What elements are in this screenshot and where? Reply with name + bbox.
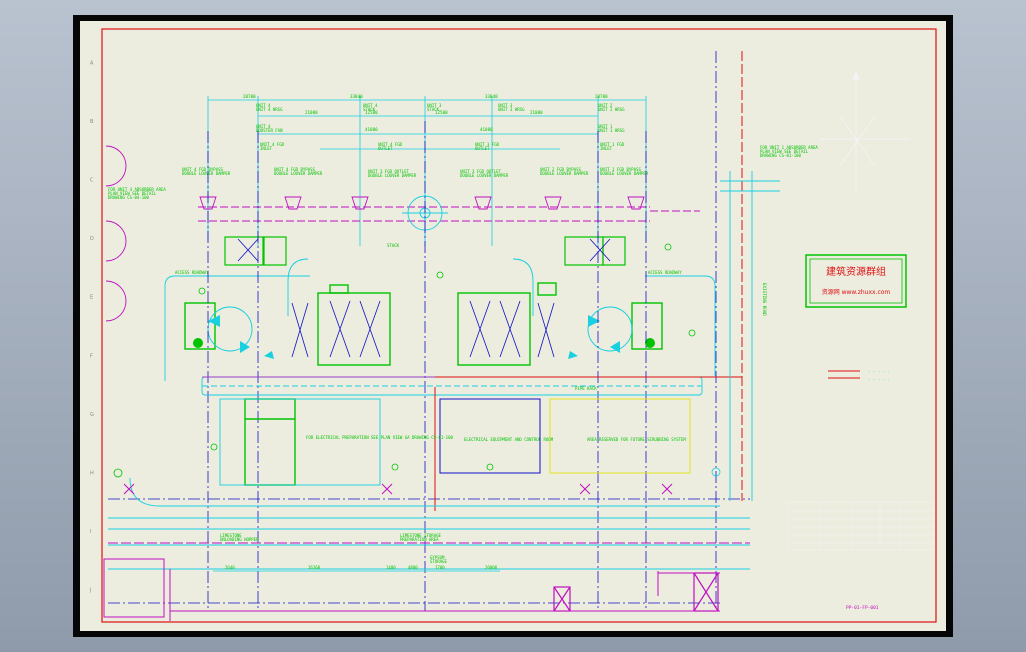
unit-notes: UNIT 4UNIT 4 HRSG UNIT 4STACK UNIT 3STAC… xyxy=(108,103,818,200)
property-line xyxy=(434,51,743,511)
drawing-sheet: A B C D E F G H I J 20700 33840 33840 20700 21000… xyxy=(80,21,946,631)
svg-text:FOR ELECTRICAL PREPARATION SE: FOR ELECTRICAL PREPARATION SEE PLAN VIEW… xyxy=(306,435,453,440)
row-letter: A xyxy=(90,60,94,66)
cyan-fittings xyxy=(208,315,620,359)
title-block xyxy=(787,501,935,551)
x-marks xyxy=(123,483,673,495)
valve-circles xyxy=(113,243,696,478)
lower-building-outlines xyxy=(219,398,691,486)
svg-text:20700: 20700 xyxy=(595,94,608,99)
svg-text:21000: 21000 xyxy=(530,110,543,115)
row-letter: G xyxy=(90,412,94,418)
svg-text:OUTLET: OUTLET xyxy=(378,146,393,151)
svg-text:BOOSTER FAN: BOOSTER FAN xyxy=(256,128,283,133)
svg-text:AREA RESERVED FOR FUTURE SCRUB: AREA RESERVED FOR FUTURE SCRUBBING SYSTE… xyxy=(587,437,686,442)
svg-text:- - - - -: - - - - - xyxy=(868,377,890,382)
absorber-rings xyxy=(207,306,633,352)
row-letters-left: A B C D E F G H I J xyxy=(89,60,94,593)
svg-text:DOUBLE LOUVER DAMPER: DOUBLE LOUVER DAMPER xyxy=(540,171,589,176)
row-letter: E xyxy=(90,295,93,301)
existing-arcs xyxy=(105,145,127,322)
svg-text:UNIT 2 HRSG: UNIT 2 HRSG xyxy=(598,107,625,112)
svg-text:1400: 1400 xyxy=(386,565,396,570)
svg-text:1700: 1700 xyxy=(435,565,445,570)
lower-crossed-boxes xyxy=(553,572,719,612)
lower-roads xyxy=(108,477,750,570)
bottom-dimension-text: 2640 16160 1400 4800 1700 20000 LIMESTON… xyxy=(220,533,498,570)
svg-text:UNIT 3 HRSG: UNIT 3 HRSG xyxy=(498,107,525,112)
svg-text:41000: 41000 xyxy=(480,127,493,132)
row-letter: F xyxy=(90,353,93,359)
legend-text: - - - - - - - - - - xyxy=(868,369,890,382)
svg-text:20000: 20000 xyxy=(485,565,498,570)
equipment-cross xyxy=(237,238,611,262)
svg-text:STORAGE: STORAGE xyxy=(430,559,447,564)
svg-text:ELECTRICAL EQUIPMENT AND CONTR: ELECTRICAL EQUIPMENT AND CONTROL ROOM xyxy=(464,437,554,442)
pipe-rack xyxy=(201,376,703,396)
svg-text:UNLOADING HOPPER: UNLOADING HOPPER xyxy=(220,537,259,542)
row-letter: H xyxy=(90,471,94,477)
reserved-area-outline xyxy=(549,398,691,474)
access-roadway-left-label: ACCESS ROADWAY xyxy=(175,270,209,275)
north-arrow xyxy=(820,69,910,191)
electrical-building xyxy=(244,398,296,486)
svg-text:OUTLET: OUTLET xyxy=(475,146,490,151)
svg-text:20700: 20700 xyxy=(243,94,256,99)
column-grid-lines xyxy=(108,51,750,611)
legend-lines xyxy=(828,370,860,379)
svg-text:- - - - -: - - - - - xyxy=(868,369,890,374)
svg-text:2640: 2640 xyxy=(225,565,235,570)
absorber-internals xyxy=(291,300,555,358)
existing-road-label: EXISTING ROAD xyxy=(762,283,767,316)
row-letter: J xyxy=(89,588,91,594)
flue-gas-duct xyxy=(198,206,700,222)
svg-text:STACK: STACK xyxy=(427,107,440,112)
pipe-rack-label: PIPE RACK xyxy=(575,386,597,391)
lower-magenta-lines xyxy=(108,542,750,621)
row-letter: I xyxy=(90,529,91,535)
svg-text:UNIT 1 HRSG: UNIT 1 HRSG xyxy=(598,128,625,133)
svg-text:21000: 21000 xyxy=(305,110,318,115)
pump-symbols xyxy=(193,338,655,348)
lower-left-building xyxy=(103,558,165,618)
svg-text:DRAWING CS-01-100: DRAWING CS-01-100 xyxy=(760,153,802,158)
drawing-number: PP-01-FP-001 xyxy=(846,605,879,611)
row-letter: C xyxy=(90,178,94,184)
svg-text:4800: 4800 xyxy=(408,565,418,570)
svg-text:DOUBLE LOUVER DAMPER: DOUBLE LOUVER DAMPER xyxy=(460,173,509,178)
svg-text:DOUBLE LOUVER DAMPER: DOUBLE LOUVER DAMPER xyxy=(368,173,417,178)
svg-text:41000: 41000 xyxy=(365,127,378,132)
svg-text:DOUBLE LOUVER DAMPER: DOUBLE LOUVER DAMPER xyxy=(600,171,649,176)
row-letter: D xyxy=(90,236,94,242)
svg-text:STACK: STACK xyxy=(363,107,376,112)
access-roadway-right-label: ACCESS ROADWAY xyxy=(648,270,682,275)
building-labels: FOR ELECTRICAL PREPARATION SEE PLAN VIEW… xyxy=(306,435,686,442)
svg-text:建筑资源群组: 建筑资源群组 xyxy=(826,265,886,278)
svg-text:资源网 www.zhuxx.com: 资源网 www.zhuxx.com xyxy=(822,288,891,296)
svg-text:INLET: INLET xyxy=(260,146,273,151)
svg-text:33840: 33840 xyxy=(350,94,363,99)
site-plan-drawing: A B C D E F G H I J 20700 33840 33840 20700 21000… xyxy=(89,28,937,623)
svg-text:DRAWING CS-04-100: DRAWING CS-04-100 xyxy=(108,195,150,200)
svg-text:DOUBLE LOUVER DAMPER: DOUBLE LOUVER DAMPER xyxy=(182,171,231,176)
svg-text:33840: 33840 xyxy=(485,94,498,99)
svg-text:INLET: INLET xyxy=(600,146,613,151)
svg-text:16160: 16160 xyxy=(308,565,321,570)
existing-road xyxy=(720,171,780,501)
svg-text:UNIT 4 HRSG: UNIT 4 HRSG xyxy=(256,107,283,112)
watermark-stamp: 建筑资源群组 资源网 www.zhuxx.com xyxy=(805,254,907,308)
stack-label: STACK xyxy=(387,243,400,248)
svg-text:DOUBLE LOUVER DAMPER: DOUBLE LOUVER DAMPER xyxy=(274,171,323,176)
control-room-outline xyxy=(439,398,541,474)
row-letter: B xyxy=(90,119,94,125)
svg-text:PREPARATION AREA: PREPARATION AREA xyxy=(400,537,439,542)
